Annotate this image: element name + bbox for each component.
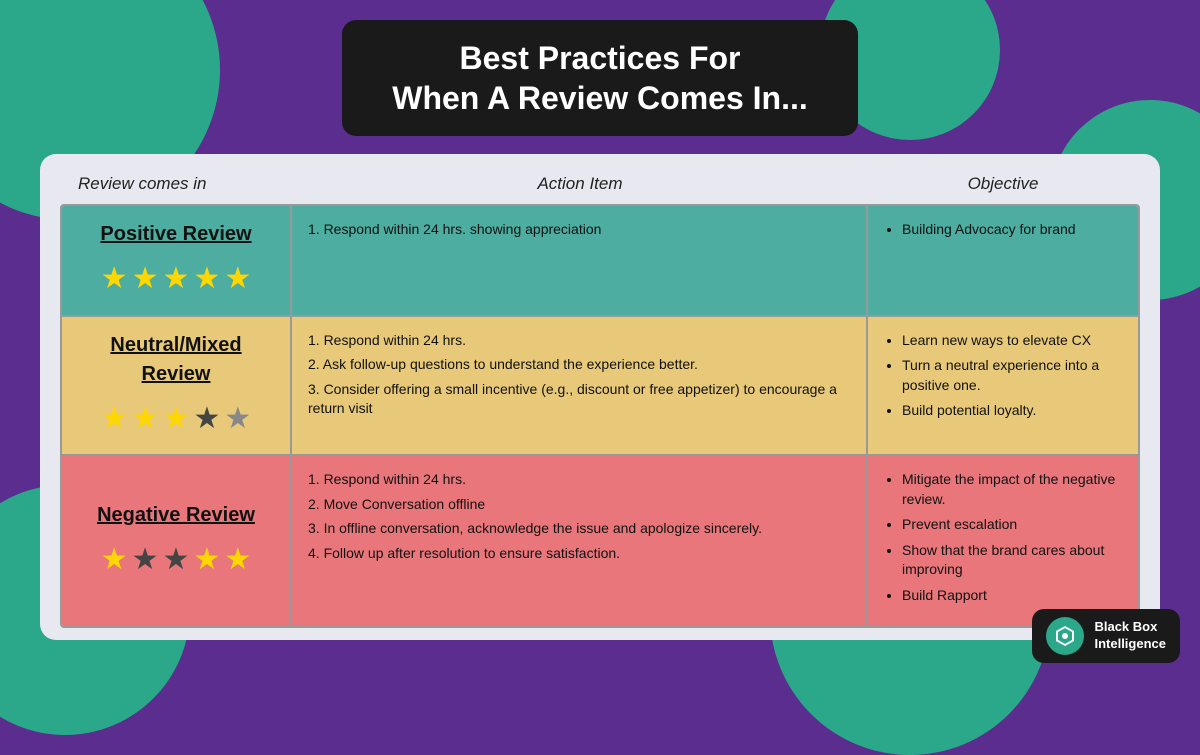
neutral-objective-2: Turn a neutral experience into a positiv… [902,356,1122,395]
positive-objective-cell: Building Advocacy for brand [868,206,1138,315]
neutral-objective-cell: Learn new ways to elevate CX Turn a neut… [868,317,1138,455]
positive-objective-1: Building Advocacy for brand [902,220,1122,240]
negative-star-4: ★ [193,538,220,582]
negative-objective-4: Build Rapport [902,586,1122,606]
star-5: ★ [224,257,251,301]
star-2: ★ [132,257,159,301]
star-1: ★ [101,257,128,301]
negative-star-5: ★ [224,538,251,582]
star-3: ★ [163,257,190,301]
positive-objective-list: Building Advocacy for brand [884,220,1122,240]
neutral-star-1: ★ [101,397,128,441]
negative-star-1: ★ [101,538,128,582]
logo-name-line1: Black Box [1094,619,1166,636]
positive-review-label: Positive Review [100,220,251,249]
title-line1: Best Practices For [392,38,807,78]
table-row-neutral: Neutral/MixedReview ★ ★ ★ ★ ★ 1. Respond… [62,317,1138,457]
negative-objective-3: Show that the brand cares about improvin… [902,541,1122,580]
neutral-action-cell: 1. Respond within 24 hrs. 2. Ask follow-… [292,317,868,455]
neutral-stars: ★ ★ ★ ★ ★ [101,397,252,441]
negative-action-list: 1. Respond within 24 hrs. 2. Move Conver… [308,470,850,563]
neutral-action-list: 1. Respond within 24 hrs. 2. Ask follow-… [308,331,850,419]
negative-action-2: 2. Move Conversation offline [308,495,850,515]
positive-action-cell: 1. Respond within 24 hrs. showing apprec… [292,206,868,315]
positive-action-list: 1. Respond within 24 hrs. showing apprec… [308,220,850,240]
negative-action-1: 1. Respond within 24 hrs. [308,470,850,490]
positive-action-1: 1. Respond within 24 hrs. showing apprec… [308,220,850,240]
col-header-review: Review comes in [62,170,292,198]
positive-stars: ★ ★ ★ ★ ★ [101,257,252,301]
table-body: Positive Review ★ ★ ★ ★ ★ 1. Respond wit… [60,204,1140,628]
neutral-action-2: 2. Ask follow-up questions to understand… [308,355,850,375]
logo-name-line2: Intelligence [1094,636,1166,653]
negative-action-3: 3. In offline conversation, acknowledge … [308,519,850,539]
main-title: Best Practices For When A Review Comes I… [342,20,857,136]
neutral-star-2: ★ [132,397,159,441]
neutral-objective-3: Build potential loyalty. [902,401,1122,421]
negative-stars: ★ ★ ★ ★ ★ [101,538,252,582]
col-header-objective: Objective [868,170,1138,198]
neutral-action-3: 3. Consider offering a small incentive (… [308,380,850,419]
neutral-star-5: ★ [224,397,251,441]
negative-action-cell: 1. Respond within 24 hrs. 2. Move Conver… [292,456,868,626]
footer-logo: Black Box Intelligence [1032,609,1180,663]
main-container: Best Practices For When A Review Comes I… [0,0,1200,675]
negative-star-3: ★ [163,538,190,582]
table-row-positive: Positive Review ★ ★ ★ ★ ★ 1. Respond wit… [62,206,1138,317]
positive-review-cell: Positive Review ★ ★ ★ ★ ★ [62,206,292,315]
best-practices-table: Review comes in Action Item Objective Po… [40,154,1160,640]
negative-objective-1: Mitigate the impact of the negative revi… [902,470,1122,509]
neutral-star-3: ★ [163,397,190,441]
negative-objective-cell: Mitigate the impact of the negative revi… [868,456,1138,626]
table-row-negative: Negative Review ★ ★ ★ ★ ★ 1. Respond wit… [62,456,1138,626]
negative-review-label: Negative Review [97,501,255,530]
neutral-star-4: ★ [193,397,220,441]
star-4: ★ [193,257,220,301]
neutral-action-1: 1. Respond within 24 hrs. [308,331,850,351]
neutral-review-cell: Neutral/MixedReview ★ ★ ★ ★ ★ [62,317,292,455]
neutral-objective-list: Learn new ways to elevate CX Turn a neut… [884,331,1122,421]
col-header-action: Action Item [292,170,868,198]
negative-objective-list: Mitigate the impact of the negative revi… [884,470,1122,606]
neutral-objective-1: Learn new ways to elevate CX [902,331,1122,351]
neutral-review-label: Neutral/MixedReview [110,331,241,389]
negative-star-2: ★ [132,538,159,582]
negative-action-4: 4. Follow up after resolution to ensure … [308,544,850,564]
logo-text: Black Box Intelligence [1094,619,1166,653]
title-line2: When A Review Comes In... [392,78,807,118]
negative-review-cell: Negative Review ★ ★ ★ ★ ★ [62,456,292,626]
column-headers: Review comes in Action Item Objective [60,170,1140,198]
logo-icon [1046,617,1084,655]
negative-objective-2: Prevent escalation [902,515,1122,535]
